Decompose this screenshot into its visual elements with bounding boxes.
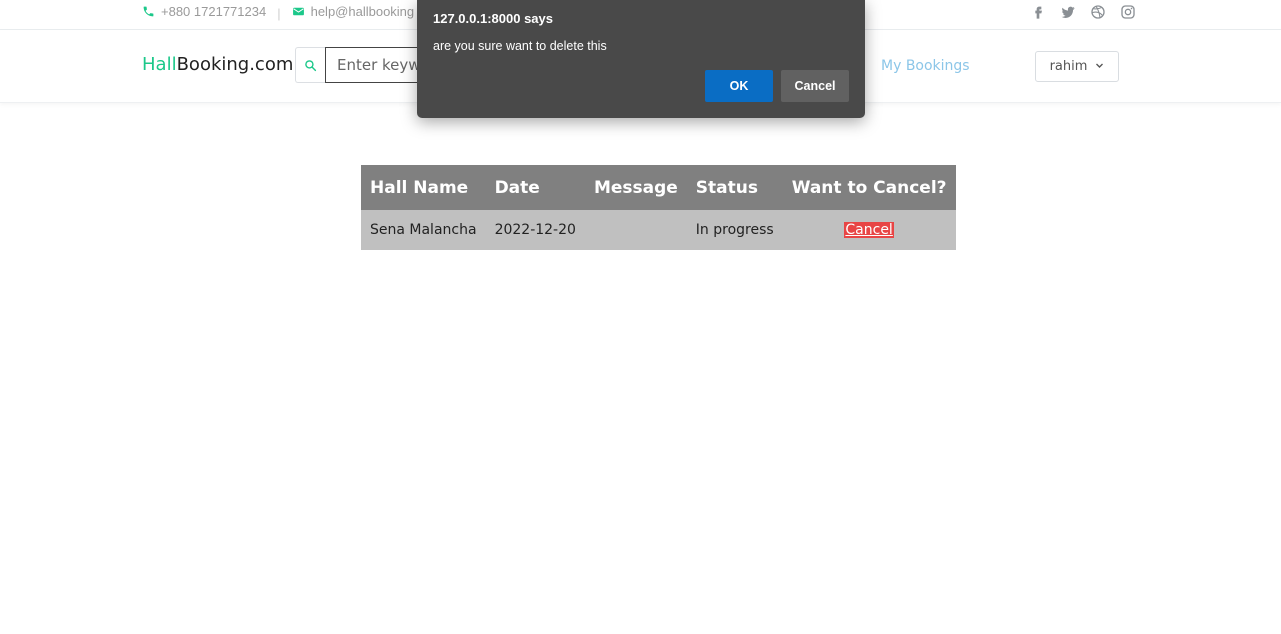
cell-cancel: Cancel (782, 210, 956, 250)
user-dropdown[interactable]: rahim (1035, 51, 1119, 82)
dribbble-icon[interactable] (1090, 4, 1106, 20)
col-status: Status (686, 165, 783, 210)
cell-status: In progress (686, 210, 783, 250)
nav-my-bookings[interactable]: My Bookings (881, 58, 970, 74)
cancel-booking-link[interactable]: Cancel (844, 222, 894, 238)
cell-date: 2022-12-20 (485, 210, 585, 250)
confirm-dialog: 127.0.0.1:8000 says are you sure want to… (417, 0, 865, 118)
phone-item[interactable]: +880 1721771234 (142, 4, 266, 19)
brand-booking: Booking.com (176, 54, 294, 75)
col-want-to-cancel: Want to Cancel? (782, 165, 956, 210)
user-name: rahim (1049, 59, 1088, 74)
col-message: Message (584, 165, 687, 210)
email-address: help@hallbooking (310, 4, 415, 19)
brand-logo[interactable]: HallBooking.com (142, 54, 293, 75)
email-item[interactable]: help@hallbooking (292, 4, 415, 19)
phone-icon (142, 5, 155, 18)
dialog-message: are you sure want to delete this (433, 39, 607, 53)
table-header-row: Hall Name Date Message Status Want to Ca… (361, 165, 956, 210)
search-icon[interactable] (295, 47, 325, 83)
table-row: Sena Malancha 2022-12-20 In progress Can… (361, 210, 956, 250)
chevron-down-icon (1095, 59, 1104, 74)
instagram-icon[interactable] (1120, 4, 1136, 20)
col-date: Date (485, 165, 585, 210)
col-hall-name: Hall Name (361, 165, 486, 210)
twitter-icon[interactable] (1060, 4, 1076, 20)
dialog-origin: 127.0.0.1:8000 says (433, 11, 553, 26)
phone-number: +880 1721771234 (161, 4, 267, 19)
contact-info: +880 1721771234 | help@hallbooking (142, 4, 415, 21)
facebook-icon[interactable] (1030, 4, 1046, 20)
cancel-button[interactable]: Cancel (781, 70, 849, 102)
cell-message (584, 210, 687, 250)
ok-button[interactable]: OK (705, 70, 773, 102)
brand-hall: Hall (142, 54, 177, 75)
bookings-table: Hall Name Date Message Status Want to Ca… (361, 165, 956, 250)
cell-hall-name: Sena Malancha (361, 210, 486, 250)
social-links (1030, 4, 1136, 20)
contact-separator: | (277, 6, 281, 21)
mail-icon (292, 5, 305, 18)
